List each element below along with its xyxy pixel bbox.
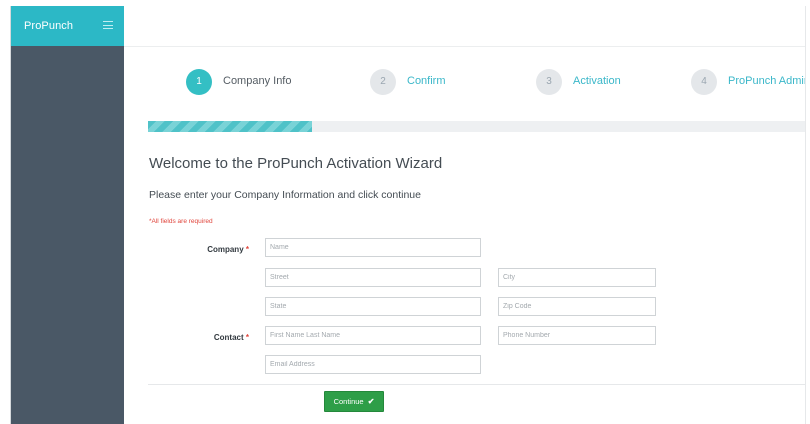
required-star: * bbox=[245, 333, 249, 342]
step-label: Activation bbox=[573, 75, 621, 87]
brand-logo[interactable]: ProPunch bbox=[24, 20, 73, 32]
state-input[interactable] bbox=[265, 297, 481, 316]
step-number: 3 bbox=[536, 69, 562, 95]
step-label: Company Info bbox=[223, 75, 292, 87]
city-input[interactable] bbox=[498, 268, 656, 287]
page-title: Welcome to the ProPunch Activation Wizar… bbox=[149, 155, 443, 172]
sidebar: ProPunch bbox=[11, 6, 124, 424]
phone-number-input[interactable] bbox=[498, 326, 656, 345]
brand-bar: ProPunch bbox=[11, 6, 124, 46]
required-star: * bbox=[245, 245, 249, 254]
hamburger-menu-icon[interactable] bbox=[103, 21, 113, 29]
continue-label: Continue bbox=[333, 397, 364, 406]
main-content: 1 Company Info 2 Confirm 3 Activation 4 … bbox=[124, 47, 805, 424]
required-note: *All fields are required bbox=[149, 218, 213, 225]
company-label: Company * bbox=[169, 245, 249, 254]
street-input[interactable] bbox=[265, 268, 481, 287]
email-input[interactable] bbox=[265, 355, 481, 374]
progress-fill bbox=[148, 121, 313, 132]
contact-label: Contact * bbox=[169, 333, 249, 342]
zip-code-input[interactable] bbox=[498, 297, 656, 316]
contact-label-text: Contact bbox=[213, 333, 244, 342]
instructions-text: Please enter your Company Information an… bbox=[149, 189, 421, 201]
company-label-text: Company bbox=[207, 245, 244, 254]
contact-name-input[interactable] bbox=[265, 326, 481, 345]
continue-button[interactable]: Continue ✔ bbox=[324, 391, 384, 412]
step-label: ProPunch Admin bbox=[728, 75, 806, 87]
step-number: 1 bbox=[186, 69, 212, 95]
company-name-input[interactable] bbox=[265, 238, 481, 257]
wizard-progress-bar bbox=[148, 121, 805, 132]
top-header bbox=[124, 6, 805, 47]
step-label: Confirm bbox=[407, 75, 446, 87]
check-icon: ✔ bbox=[367, 397, 375, 406]
app-window: ProPunch 1 Company Info 2 Confirm 3 Acti… bbox=[10, 6, 806, 424]
form-divider bbox=[148, 384, 805, 385]
step-number: 2 bbox=[370, 69, 396, 95]
step-number: 4 bbox=[691, 69, 717, 95]
